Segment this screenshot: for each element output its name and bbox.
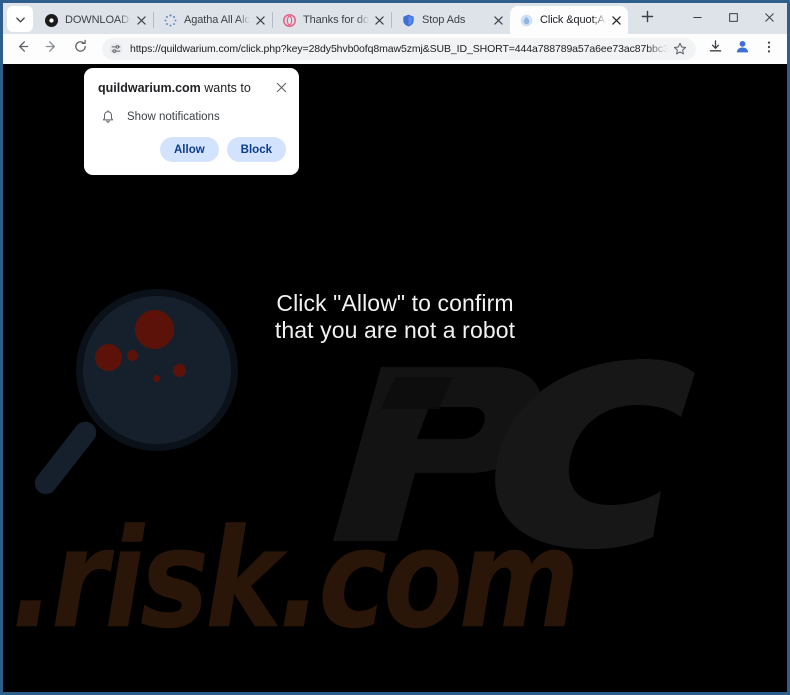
window-controls xyxy=(679,3,787,34)
black-circle-favicon xyxy=(44,13,58,27)
tab-title: Thanks for download xyxy=(303,14,369,26)
profile-avatar-icon xyxy=(735,39,750,59)
back-button[interactable] xyxy=(9,36,35,62)
dialog-actions: Allow Block xyxy=(84,125,299,175)
download-icon xyxy=(708,39,723,59)
browser-window: DOWNLOAD: Agatha All Alo Thanks for do S… xyxy=(3,3,787,692)
address-bar[interactable]: https://quildwarium.com/click.php?key=28… xyxy=(102,38,696,60)
tab-thanks-for-download[interactable]: Thanks for download xyxy=(273,6,391,34)
permission-row: Show notifications xyxy=(84,97,299,125)
notification-permission-dialog: quildwarium.com wants to Show notificati… xyxy=(84,68,299,175)
loading-spinner-favicon xyxy=(163,13,177,27)
tab-strip: DOWNLOAD: Agatha All Alo Thanks for do S… xyxy=(3,3,787,34)
dialog-header: quildwarium.com wants to xyxy=(84,68,299,97)
blue-shield-favicon xyxy=(401,13,415,27)
tune-settings-icon[interactable] xyxy=(108,41,124,57)
close-window-button[interactable] xyxy=(751,3,787,34)
screenshot-root: DOWNLOAD: Agatha All Alo Thanks for do S… xyxy=(0,0,790,695)
permission-label: Show notifications xyxy=(127,111,220,123)
tab-search-button[interactable] xyxy=(7,6,33,32)
dialog-origin: quildwarium.com xyxy=(98,81,201,95)
browser-menu-button[interactable] xyxy=(757,37,781,61)
chevron-down-icon xyxy=(15,14,26,25)
profile-button[interactable] xyxy=(730,37,754,61)
allow-button[interactable]: Allow xyxy=(160,137,219,162)
pink-circle-favicon xyxy=(282,13,296,27)
minimize-icon xyxy=(692,10,703,28)
forward-button[interactable] xyxy=(38,36,64,62)
reload-icon xyxy=(73,39,88,59)
back-arrow-icon xyxy=(15,39,30,59)
download-button[interactable] xyxy=(703,37,727,61)
dialog-close-button[interactable] xyxy=(273,81,289,97)
three-dot-menu-icon xyxy=(762,40,776,59)
tab-agatha-all-along[interactable]: Agatha All Along S01 xyxy=(154,6,272,34)
forward-arrow-icon xyxy=(44,39,59,59)
minimize-button[interactable] xyxy=(679,3,715,34)
close-icon[interactable] xyxy=(608,12,624,28)
maximize-button[interactable] xyxy=(715,3,751,34)
light-blue-circle-favicon xyxy=(519,13,533,27)
plus-icon xyxy=(641,10,654,28)
page-viewport: .risk.com Click "Allow" to confirm that … xyxy=(3,64,787,692)
new-tab-button[interactable] xyxy=(634,6,660,32)
star-icon[interactable] xyxy=(672,41,688,57)
maximize-icon xyxy=(728,10,739,28)
browser-toolbar: https://quildwarium.com/click.php?key=28… xyxy=(3,34,787,64)
tab-title: DOWNLOAD: Agatha xyxy=(65,14,131,26)
tab-click-allow-active[interactable]: Click &quot;Allow& xyxy=(510,6,628,34)
page-headline: Click "Allow" to confirm that you are no… xyxy=(3,290,787,344)
tab-title: Stop Ads xyxy=(422,14,466,26)
bell-icon xyxy=(100,109,116,125)
close-icon[interactable] xyxy=(252,12,268,28)
block-button[interactable]: Block xyxy=(226,137,286,162)
tab-title: Agatha All Along S01 xyxy=(184,14,250,26)
headline-line-2: that you are not a robot xyxy=(274,317,516,343)
headline-line-1: Click "Allow" to confirm xyxy=(276,290,514,316)
close-icon[interactable] xyxy=(371,12,387,28)
dialog-title-suffix: wants to xyxy=(200,81,251,95)
tab-download-agatha[interactable]: DOWNLOAD: Agatha xyxy=(35,6,153,34)
dialog-title: quildwarium.com wants to xyxy=(98,81,273,96)
close-icon xyxy=(764,10,775,28)
close-icon[interactable] xyxy=(133,12,149,28)
tab-stop-ads[interactable]: Stop Ads xyxy=(392,6,510,34)
close-icon xyxy=(276,80,287,98)
riskcom-watermark-text: .risk.com xyxy=(11,500,580,660)
url-text: https://quildwarium.com/click.php?key=28… xyxy=(130,43,668,55)
close-icon[interactable] xyxy=(490,12,506,28)
tab-title: Click &quot;Allow& xyxy=(540,14,606,26)
reload-button[interactable] xyxy=(67,36,93,62)
